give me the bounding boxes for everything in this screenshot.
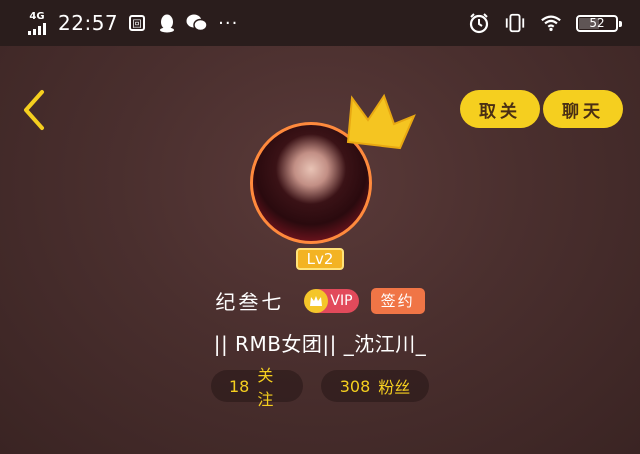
fans-stat[interactable]: 308 粉丝 bbox=[321, 370, 429, 402]
back-button[interactable] bbox=[18, 88, 50, 132]
crown-icon bbox=[346, 93, 416, 150]
status-bar: 4G 22:57 回 ··· 52 bbox=[0, 0, 640, 46]
unfollow-button[interactable]: 取关 bbox=[460, 90, 540, 128]
chevron-left-icon bbox=[24, 90, 44, 130]
battery-indicator: 52 bbox=[576, 14, 622, 32]
vip-label: VIP bbox=[330, 292, 353, 309]
vip-badge: VIP bbox=[304, 288, 359, 313]
svg-text:回: 回 bbox=[133, 19, 142, 30]
following-stat[interactable]: 18 关注 bbox=[211, 366, 303, 409]
alarm-icon bbox=[468, 12, 490, 34]
fans-count: 308 bbox=[339, 376, 371, 396]
wifi-icon bbox=[540, 12, 562, 34]
network-label: 4G bbox=[29, 10, 45, 22]
fans-label: 粉丝 bbox=[378, 378, 411, 397]
bio: || RMB女团|| _沈江川_ bbox=[213, 332, 427, 356]
more-notifications-icon: ··· bbox=[218, 12, 239, 34]
username: 纪叁七 bbox=[215, 290, 285, 314]
qq-icon bbox=[156, 12, 178, 34]
network-indicator: 4G bbox=[28, 10, 46, 35]
notification-app-icon: 回 bbox=[126, 12, 148, 34]
battery-level: 52 bbox=[589, 16, 605, 30]
vip-crown-icon bbox=[304, 288, 329, 313]
signal-icon bbox=[28, 22, 46, 35]
following-count: 18 bbox=[229, 376, 250, 396]
level-badge: Lv2 bbox=[296, 248, 344, 270]
chat-button[interactable]: 聊天 bbox=[543, 90, 623, 128]
wechat-icon bbox=[186, 12, 208, 34]
clock: 22:57 bbox=[58, 11, 119, 35]
vibrate-icon bbox=[504, 12, 526, 34]
following-label: 关注 bbox=[257, 366, 274, 409]
signed-badge: 签约 bbox=[370, 287, 425, 314]
